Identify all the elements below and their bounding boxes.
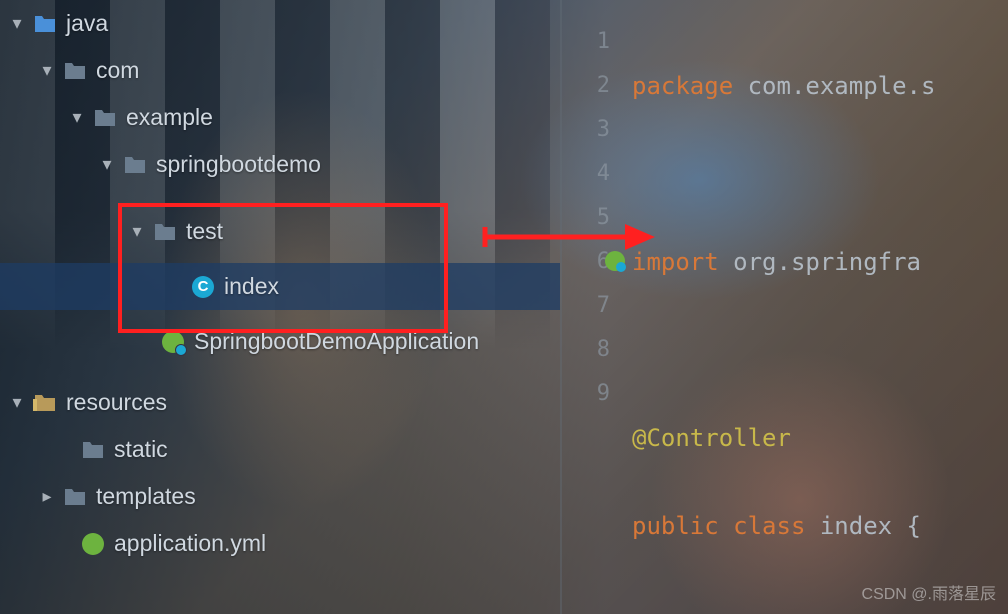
folder-icon (122, 152, 148, 178)
tree-item-application-yml[interactable]: application.yml (0, 520, 560, 567)
folder-icon (62, 484, 88, 510)
editor-gutter: 1 2 3 4 5 6 7 8 9 (562, 0, 632, 614)
chevron-down-icon (128, 221, 146, 242)
folder-icon (152, 219, 178, 245)
tree-label: application.yml (114, 530, 266, 557)
code-line: @Controller (632, 416, 1008, 460)
code-line (632, 328, 1008, 372)
tree-item-resources[interactable]: resources (0, 379, 560, 426)
tree-label: test (186, 218, 223, 245)
tree-item-com[interactable]: com (0, 47, 560, 94)
tree-label: springbootdemo (156, 151, 321, 178)
spring-gutter-icon[interactable] (604, 250, 626, 272)
code-line: public class index { (632, 504, 1008, 548)
code-editor[interactable]: 1 2 3 4 5 6 7 8 9 package com.example.s … (560, 0, 1008, 614)
line-number: 9 (562, 372, 610, 416)
spring-app-icon (160, 329, 186, 355)
line-number: 3 (562, 108, 610, 152)
project-tree[interactable]: java com example springbootdemo test C (0, 0, 560, 614)
tree-item-example[interactable]: example (0, 94, 560, 141)
line-number: 6 (562, 240, 610, 284)
resources-folder-icon (32, 390, 58, 416)
chevron-down-icon (38, 60, 56, 81)
tree-item-static[interactable]: static (0, 426, 560, 473)
tree-item-springbootdemo[interactable]: springbootdemo (0, 141, 560, 188)
tree-label: static (114, 436, 168, 463)
chevron-down-icon (98, 154, 116, 175)
chevron-right-icon (38, 486, 56, 507)
chevron-down-icon (8, 392, 26, 413)
tree-item-springboot-app[interactable]: SpringbootDemoApplication (0, 318, 560, 365)
tree-label: index (224, 273, 279, 300)
chevron-down-icon (8, 13, 26, 34)
tree-item-templates[interactable]: templates (0, 473, 560, 520)
folder-icon (92, 105, 118, 131)
tree-item-java[interactable]: java (0, 0, 560, 47)
line-number: 4 (562, 152, 610, 196)
line-number: 2 (562, 64, 610, 108)
line-number: 7 (562, 284, 610, 328)
class-icon: C (190, 274, 216, 300)
tree-label: templates (96, 483, 196, 510)
tree-label: java (66, 10, 108, 37)
folder-icon (80, 437, 106, 463)
chevron-down-icon (68, 107, 86, 128)
tree-label: example (126, 104, 213, 131)
code-line (632, 152, 1008, 196)
tree-item-index[interactable]: C index (0, 263, 560, 310)
tree-item-test[interactable]: test (0, 208, 560, 255)
folder-icon (62, 58, 88, 84)
line-number: 8 (562, 328, 610, 372)
code-line: package com.example.s (632, 64, 1008, 108)
line-number: 5 (562, 196, 610, 240)
tree-label: com (96, 57, 139, 84)
folder-icon (32, 11, 58, 37)
code-area[interactable]: package com.example.s import org.springf… (632, 0, 1008, 614)
tree-label: SpringbootDemoApplication (194, 328, 479, 355)
tree-label: resources (66, 389, 167, 416)
line-number: 1 (562, 20, 610, 64)
code-line: import org.springfra (632, 240, 1008, 284)
spring-config-icon (80, 531, 106, 557)
watermark-text: CSDN @.雨落星辰 (862, 580, 996, 604)
